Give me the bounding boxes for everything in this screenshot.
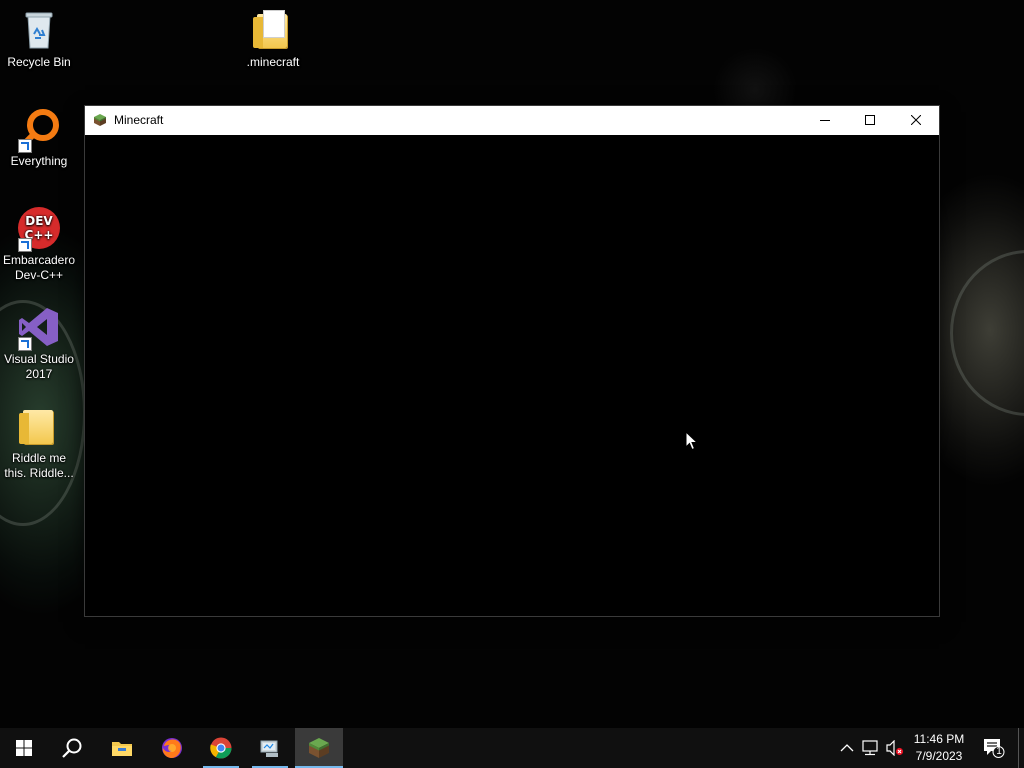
clock-time: 11:46 PM	[913, 732, 965, 746]
taskbar-network-app[interactable]	[246, 728, 294, 768]
start-button[interactable]	[0, 728, 48, 768]
clock-date: 7/9/2023	[915, 749, 963, 763]
action-center-button[interactable]: 1	[978, 728, 1012, 768]
svg-text:DEV: DEV	[25, 214, 53, 228]
minecraft-window[interactable]: Minecraft	[85, 106, 939, 616]
volume-muted-icon[interactable]	[886, 740, 904, 756]
taskbar-chrome[interactable]	[197, 728, 245, 768]
window-title: Minecraft	[114, 113, 164, 127]
desktop-icon-label: Riddle me this. Riddle...	[4, 451, 74, 480]
file-explorer-icon	[112, 742, 132, 756]
search-icon	[62, 738, 82, 758]
desktop-icon-riddle-folder[interactable]: Riddle me this. Riddle...	[1, 404, 77, 481]
close-button[interactable]	[893, 106, 939, 135]
minecraft-grass-block-icon	[309, 738, 329, 758]
close-icon	[911, 115, 921, 125]
network-icon[interactable]	[862, 740, 880, 756]
maximize-button[interactable]	[847, 106, 893, 135]
desktop-icon-label: Visual Studio 2017	[4, 352, 74, 381]
shortcut-arrow-icon	[18, 139, 32, 153]
desktop-icon-minecraft-folder[interactable]: .minecraft	[235, 8, 311, 70]
taskbar-firefox[interactable]	[148, 728, 196, 768]
desktop-icon-label: Everything	[10, 154, 68, 168]
recycle-bin-icon	[17, 8, 61, 52]
taskbar-file-explorer[interactable]	[98, 728, 146, 768]
chevron-up-icon[interactable]	[838, 740, 856, 756]
mouse-cursor-icon	[685, 431, 699, 451]
notification-count: 1	[996, 746, 1002, 757]
wallpaper-ring	[950, 250, 1024, 416]
desktop-icon-label: Recycle Bin	[7, 55, 71, 69]
maximize-icon	[865, 115, 875, 125]
show-desktop-button[interactable]	[1018, 728, 1024, 768]
desktop-icon-label: Embarcadero Dev-C++	[2, 253, 76, 282]
taskbar-clock[interactable]: 11:46 PM 7/9/2023	[908, 731, 970, 765]
search-button[interactable]	[48, 728, 96, 768]
desktop-icon-label: .minecraft	[246, 55, 300, 69]
desktop-icon-everything[interactable]: Everything	[1, 107, 77, 169]
desktop-icon-devcpp[interactable]: DEV C++ Embarcadero Dev-C++	[1, 206, 77, 283]
shortcut-arrow-icon	[18, 238, 32, 252]
everything-search-icon	[17, 107, 61, 153]
taskbar: 11:46 PM 7/9/2023 1	[0, 728, 1024, 768]
minimize-icon	[820, 120, 830, 121]
chrome-icon	[210, 737, 232, 759]
folder-icon	[251, 8, 295, 52]
desktop: Recycle Bin .minecraft Everything DEV C+…	[0, 0, 1024, 728]
shortcut-arrow-icon	[18, 337, 32, 351]
firefox-icon	[162, 738, 182, 758]
desktop-icon-visual-studio[interactable]: Visual Studio 2017	[1, 305, 77, 382]
windows-start-icon	[16, 740, 32, 756]
folder-icon	[17, 404, 61, 448]
network-app-icon	[260, 740, 278, 757]
minimize-button[interactable]	[802, 106, 848, 135]
devcpp-icon: DEV C++	[17, 206, 61, 252]
window-titlebar[interactable]: Minecraft	[85, 106, 939, 135]
taskbar-minecraft[interactable]	[295, 728, 343, 768]
minecraft-grass-block-icon	[94, 114, 106, 126]
minecraft-game-canvas[interactable]	[85, 135, 939, 616]
desktop-icon-recycle-bin[interactable]: Recycle Bin	[1, 8, 77, 70]
visual-studio-icon	[17, 305, 61, 351]
